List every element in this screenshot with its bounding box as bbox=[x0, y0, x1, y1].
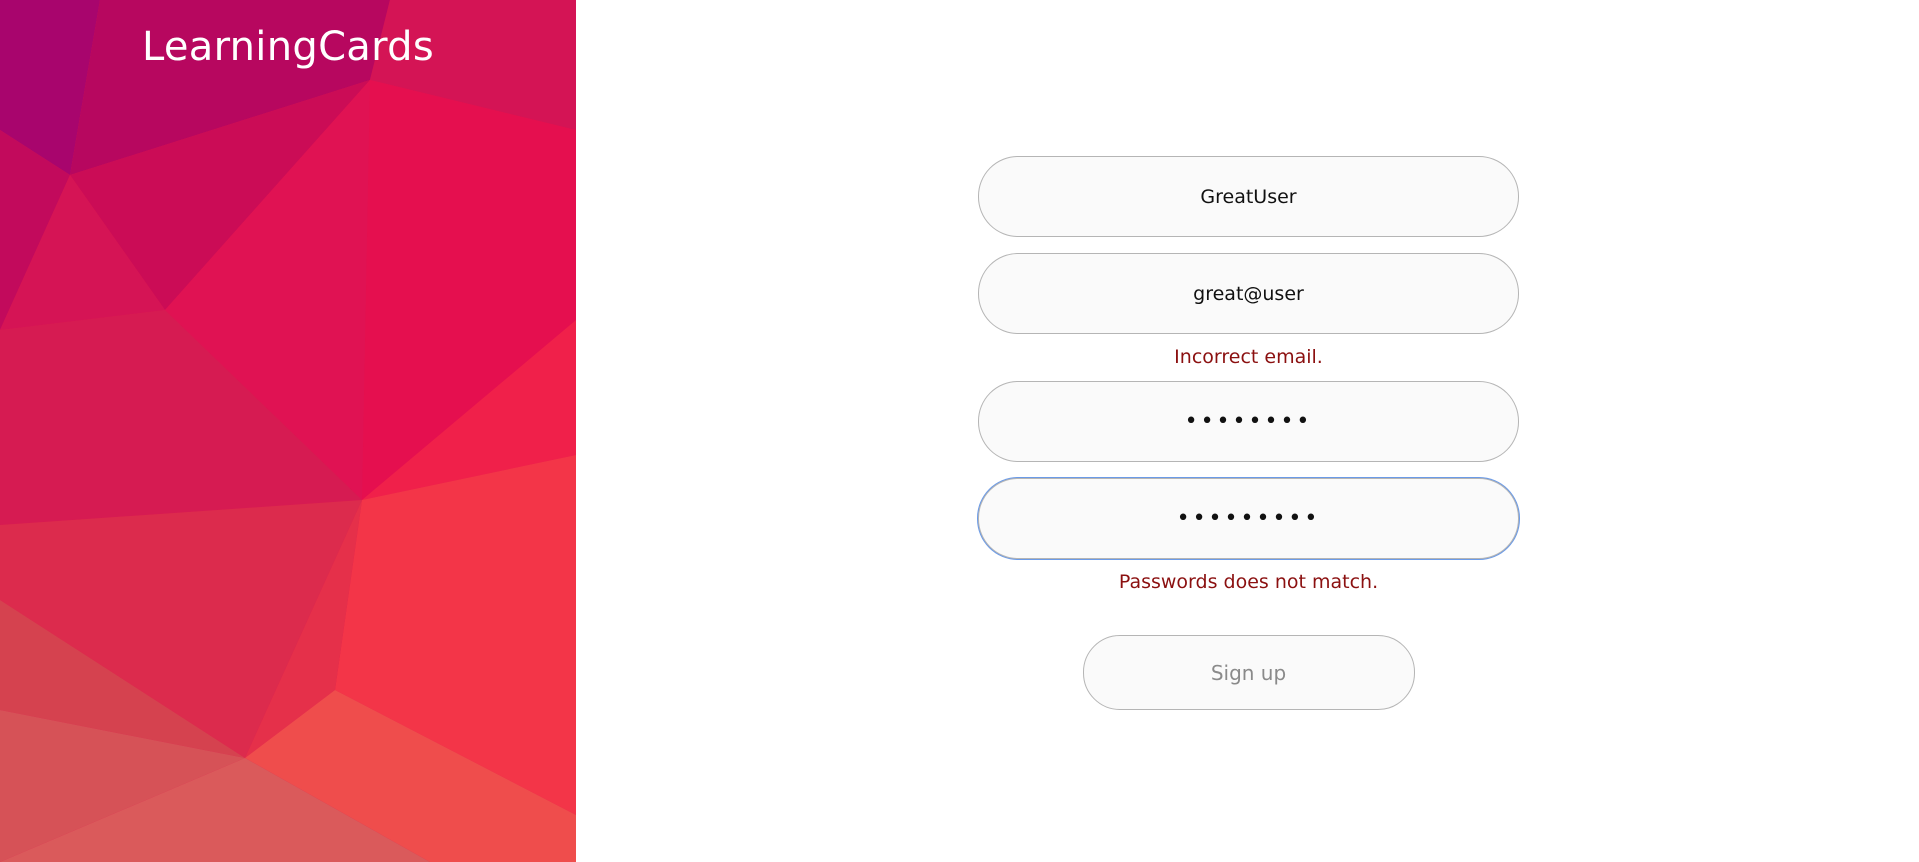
sign-up-button[interactable]: Sign up bbox=[1082, 635, 1415, 710]
submit-row: Sign up bbox=[978, 635, 1519, 710]
app-logo-title: LearningCards bbox=[142, 24, 434, 70]
email-error-message: Incorrect email. bbox=[1174, 346, 1323, 368]
field-spacer bbox=[978, 462, 1519, 478]
field-spacer bbox=[978, 237, 1519, 253]
brand-panel: LearningCards bbox=[0, 0, 576, 862]
confirm-password-input[interactable] bbox=[978, 478, 1519, 559]
polygon-background bbox=[0, 0, 576, 862]
username-input[interactable] bbox=[978, 156, 1519, 237]
password-mismatch-error: Passwords does not match. bbox=[1118, 571, 1379, 593]
signup-form: Incorrect email. Passwords does not matc… bbox=[978, 156, 1519, 710]
email-input[interactable] bbox=[978, 253, 1519, 334]
signup-page: LearningCards Incorrect email. Passwords… bbox=[0, 0, 1919, 862]
password-input[interactable] bbox=[978, 381, 1519, 462]
